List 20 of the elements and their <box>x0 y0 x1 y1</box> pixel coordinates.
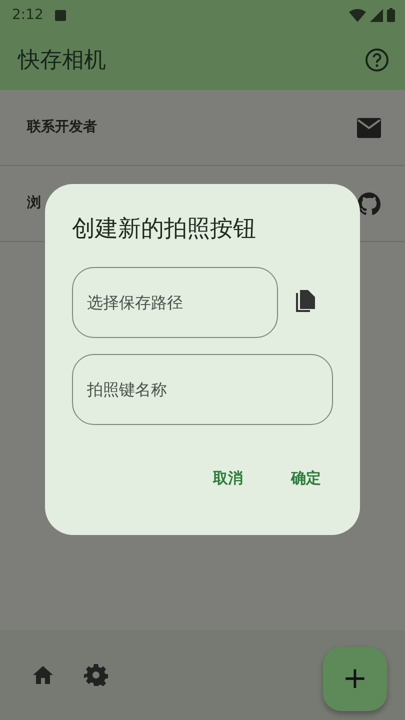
help-icon[interactable] <box>365 48 389 72</box>
dialog-title: 创建新的拍照按钮 <box>72 215 257 244</box>
list-item-label: 浏 <box>27 194 41 213</box>
dialog-button[interactable]: 取消 <box>201 460 255 495</box>
mail-icon[interactable] <box>357 118 381 138</box>
battery-icon <box>387 8 395 22</box>
github-icon[interactable] <box>357 192 381 216</box>
status-time: 2:12 <box>12 6 44 24</box>
dialog-button[interactable]: 确定 <box>279 460 333 495</box>
home-icon[interactable] <box>32 665 54 685</box>
list-item-label: 联系开发者 <box>27 118 97 137</box>
file-copy-icon[interactable] <box>294 290 316 314</box>
app-title: 快存相机 <box>18 46 106 74</box>
input-field[interactable]: 拍照键名称 <box>72 354 333 424</box>
signal-icon <box>370 8 383 22</box>
wifi-icon <box>349 8 366 22</box>
add-button[interactable]: + <box>323 647 387 711</box>
notification-icon <box>55 10 66 20</box>
input-field[interactable]: 选择保存路径 <box>72 266 278 338</box>
settings-icon[interactable] <box>84 663 108 687</box>
